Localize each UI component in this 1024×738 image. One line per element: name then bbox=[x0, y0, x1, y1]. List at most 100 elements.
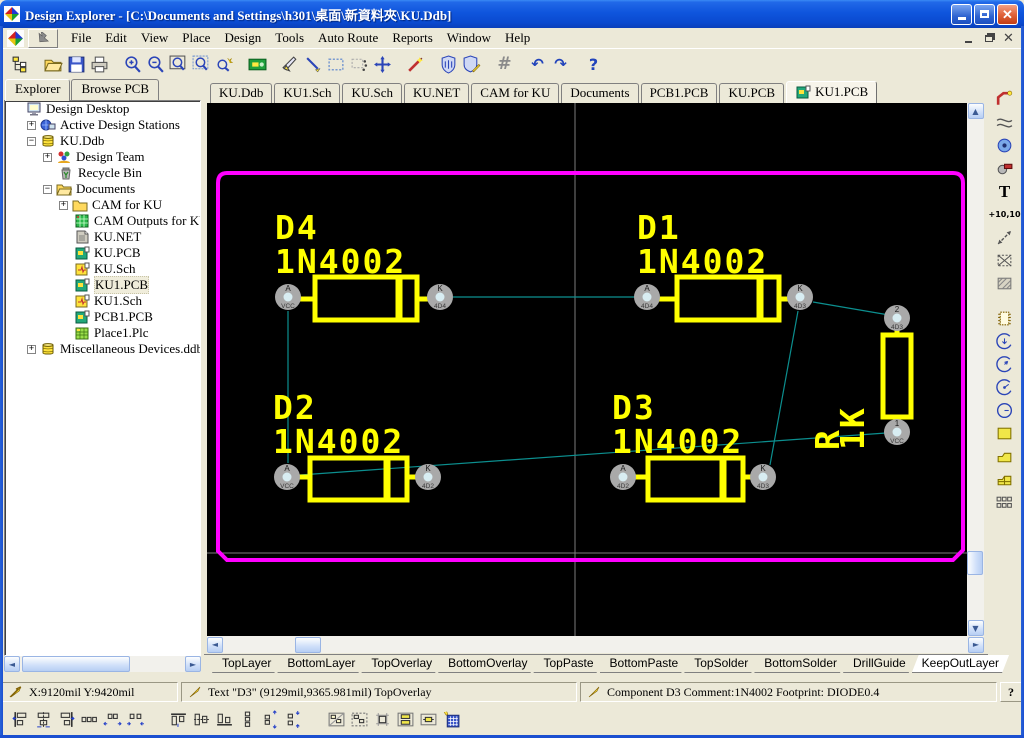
save-button[interactable] bbox=[65, 53, 88, 75]
arc-edge-button[interactable] bbox=[993, 330, 1016, 353]
component-tool-button[interactable] bbox=[993, 307, 1016, 330]
slice-track-button[interactable] bbox=[302, 53, 325, 75]
mdi-minimize-button[interactable] bbox=[960, 31, 977, 46]
move-button[interactable] bbox=[371, 53, 394, 75]
decrease-horizontal-spacing-button[interactable] bbox=[124, 708, 147, 730]
pcb-canvas[interactable]: D4 1N4002 A VCC K 4D4 bbox=[207, 103, 967, 636]
layer-tab-bottomoverlay[interactable]: BottomOverlay bbox=[438, 655, 537, 673]
maximize-button[interactable] bbox=[974, 4, 995, 25]
tree-item-ku-net[interactable]: KU.NET bbox=[5, 229, 200, 245]
tree-item-documents[interactable]: −Documents bbox=[5, 181, 200, 197]
split-plane-button[interactable] bbox=[993, 468, 1016, 491]
zoom-window-button[interactable] bbox=[167, 53, 190, 75]
arrange-within-room-button[interactable] bbox=[325, 708, 348, 730]
align-left-button[interactable] bbox=[9, 708, 32, 730]
redo-button[interactable]: ↷ bbox=[549, 53, 572, 75]
layer-tab-drillguide[interactable]: DrillGuide bbox=[843, 655, 916, 673]
tree-scrollbar-thumb[interactable] bbox=[22, 656, 130, 672]
pad[interactable]: K 4D3 bbox=[787, 284, 813, 310]
scroll-right-icon[interactable]: ► bbox=[185, 656, 201, 672]
zoom-document-button[interactable] bbox=[190, 53, 213, 75]
design-manager-button[interactable] bbox=[9, 53, 32, 75]
mdi-restore-button[interactable] bbox=[980, 31, 997, 46]
move-to-grid-button[interactable] bbox=[371, 708, 394, 730]
distribute-vertical-button[interactable] bbox=[236, 708, 259, 730]
dimension-tool-button[interactable] bbox=[993, 226, 1016, 249]
menu-tools[interactable]: Tools bbox=[268, 29, 311, 47]
title-bar[interactable]: Design Explorer - [C:\Documents and Sett… bbox=[0, 0, 1024, 28]
increase-vertical-spacing-button[interactable] bbox=[259, 708, 282, 730]
layer-tab-bottomlayer[interactable]: BottomLayer bbox=[277, 655, 365, 673]
pad[interactable]: 2 4D3 bbox=[884, 305, 910, 331]
doc-tab-documents[interactable]: Documents bbox=[561, 83, 638, 103]
pad[interactable]: A 4D4 bbox=[634, 284, 660, 310]
deselect-button[interactable] bbox=[348, 53, 371, 75]
tree-horizontal-scrollbar[interactable]: ◄ ► bbox=[4, 656, 201, 672]
scroll-right-icon[interactable]: ► bbox=[968, 637, 984, 653]
arrange-components-button[interactable] bbox=[394, 708, 417, 730]
keepout-tool-button[interactable] bbox=[993, 249, 1016, 272]
tree-item-ku-ddb[interactable]: −KU.Ddb bbox=[5, 133, 200, 149]
tree-item-design-desktop[interactable]: Design Desktop bbox=[5, 101, 200, 117]
status-help-button[interactable]: ? bbox=[1000, 682, 1022, 702]
undo-button[interactable]: ↶ bbox=[526, 53, 549, 75]
increase-horizontal-spacing-button[interactable] bbox=[101, 708, 124, 730]
menu-edit[interactable]: Edit bbox=[98, 29, 134, 47]
tree-item-ku-pcb[interactable]: KU.PCB bbox=[5, 245, 200, 261]
coordinate-tool-button[interactable]: +10,10 bbox=[993, 203, 1016, 226]
zoom-out-button[interactable] bbox=[144, 53, 167, 75]
select-area-button[interactable] bbox=[325, 53, 348, 75]
drc-batch-button[interactable] bbox=[460, 53, 483, 75]
menu-file[interactable]: File bbox=[64, 29, 98, 47]
polygon-plane-button[interactable] bbox=[993, 445, 1016, 468]
tab-explorer[interactable]: Explorer bbox=[5, 79, 70, 101]
tree-item-recycle-bin[interactable]: Recycle Bin bbox=[5, 165, 200, 181]
expander-plus-icon[interactable]: + bbox=[27, 121, 36, 130]
menu-view[interactable]: View bbox=[134, 29, 175, 47]
pad[interactable]: K 4D2 bbox=[415, 464, 441, 490]
tree-item-ku1-sch[interactable]: KU1.Sch bbox=[5, 293, 200, 309]
pad[interactable]: A 4D2 bbox=[610, 464, 636, 490]
glue-wand-button[interactable] bbox=[404, 53, 427, 75]
tree-item-cam-outputs[interactable]: CAM Outputs for KU bbox=[5, 213, 200, 229]
mdi-close-button[interactable]: ✕ bbox=[1000, 31, 1017, 46]
expander-minus-icon[interactable]: − bbox=[43, 185, 52, 194]
arrange-outside-room-button[interactable] bbox=[348, 708, 371, 730]
menu-auto-route[interactable]: Auto Route bbox=[311, 29, 385, 47]
menu-window[interactable]: Window bbox=[440, 29, 498, 47]
canvas-vscroll-thumb[interactable] bbox=[967, 551, 983, 575]
doc-tab-ku1-sch[interactable]: KU1.Sch bbox=[274, 83, 340, 103]
board-view-button[interactable] bbox=[246, 53, 269, 75]
interactive-placement-button[interactable] bbox=[440, 708, 463, 730]
pad-array-button[interactable] bbox=[993, 491, 1016, 514]
tree-item-ku-sch[interactable]: KU.Sch bbox=[5, 261, 200, 277]
multi-trace-button[interactable] bbox=[993, 111, 1016, 134]
layer-tab-keepoutlayer[interactable]: KeepOutLayer bbox=[912, 655, 1009, 673]
layer-tab-toppaste[interactable]: TopPaste bbox=[533, 655, 603, 673]
component-placement-button[interactable] bbox=[417, 708, 440, 730]
distribute-horizontal-button[interactable] bbox=[78, 708, 101, 730]
menu-place[interactable]: Place bbox=[175, 29, 217, 47]
doc-tab-ku1-pcb-active[interactable]: KU1.PCB bbox=[786, 81, 877, 103]
pad[interactable]: 1 VCC bbox=[884, 419, 910, 445]
menu-design[interactable]: Design bbox=[217, 29, 268, 47]
canvas-hscroll-thumb[interactable] bbox=[295, 637, 321, 653]
drc-online-button[interactable] bbox=[437, 53, 460, 75]
doc-tab-pcb1-pcb[interactable]: PCB1.PCB bbox=[641, 83, 718, 103]
close-button[interactable]: ✕ bbox=[997, 4, 1018, 25]
open-button[interactable] bbox=[42, 53, 65, 75]
scroll-down-icon[interactable]: ▼ bbox=[968, 620, 984, 636]
expander-plus-icon[interactable]: + bbox=[59, 201, 68, 210]
arc-angle-button[interactable] bbox=[993, 376, 1016, 399]
tree-item-place1-plc[interactable]: Place1.Plc bbox=[5, 325, 200, 341]
canvas-vertical-scrollbar[interactable]: ▲ ▼ bbox=[967, 103, 984, 636]
tree-item-misc-devices[interactable]: +Miscellaneous Devices.ddb bbox=[5, 341, 200, 357]
design-explorer-arrow-button[interactable] bbox=[28, 29, 58, 48]
layer-tab-bottompaste[interactable]: BottomPaste bbox=[600, 655, 689, 673]
grid-button[interactable]: # bbox=[493, 53, 516, 75]
tree-item-design-team[interactable]: +Design Team bbox=[5, 149, 200, 165]
tree-item-ku1-pcb[interactable]: KU1.PCB bbox=[5, 277, 200, 293]
pad-tool-button[interactable] bbox=[993, 134, 1016, 157]
app-menu-icon[interactable] bbox=[7, 30, 24, 47]
pad[interactable]: A VCC bbox=[275, 284, 301, 310]
